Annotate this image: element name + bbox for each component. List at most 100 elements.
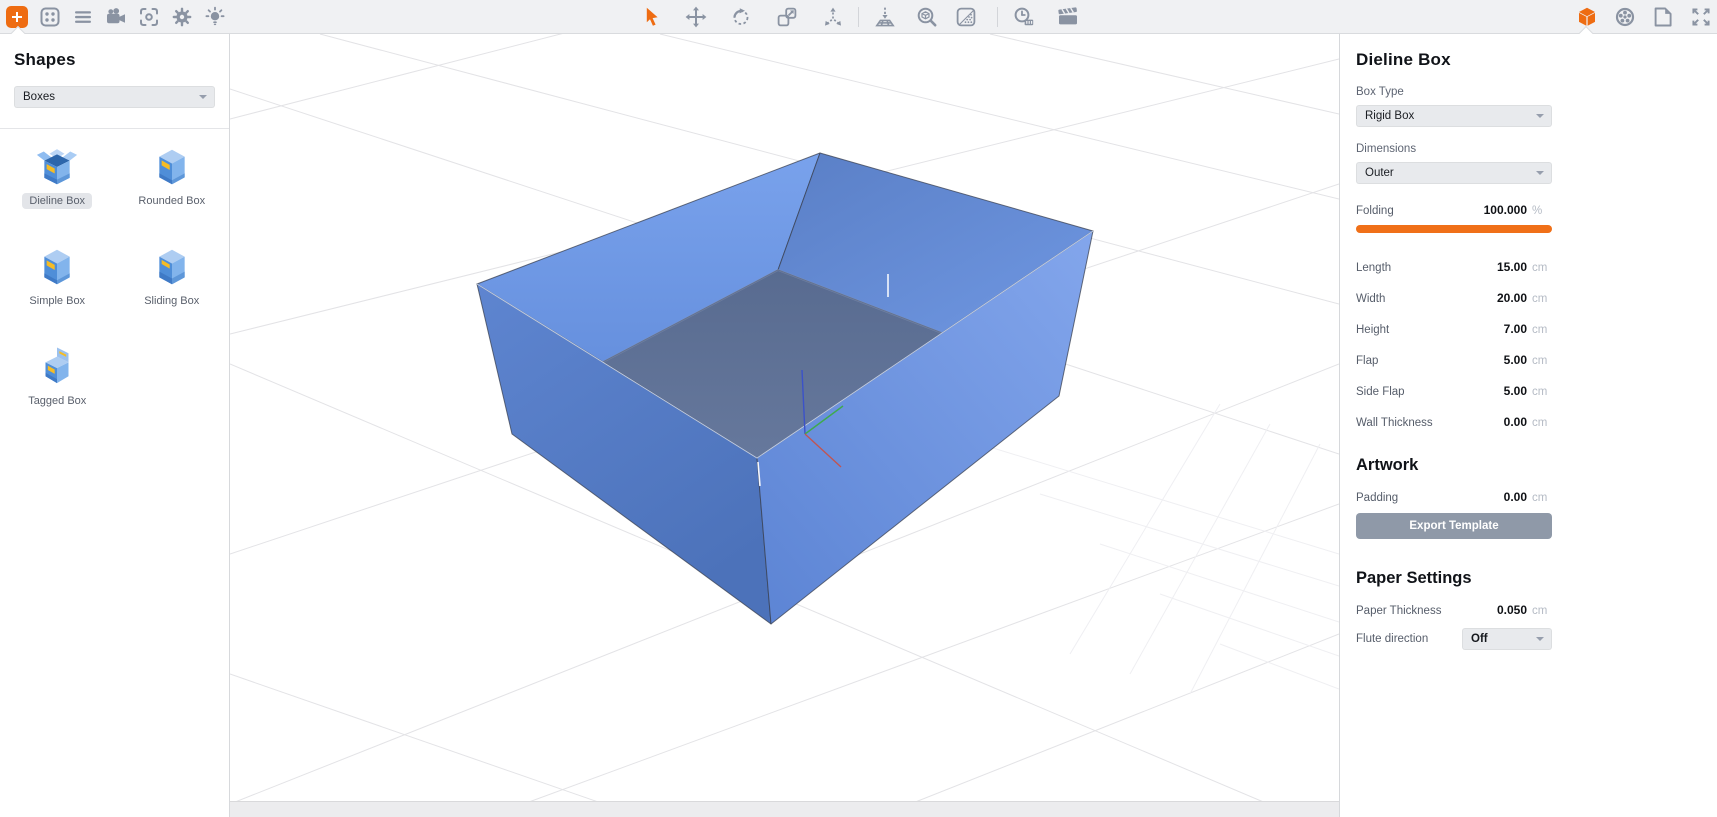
properties-title: Dieline Box <box>1356 50 1552 70</box>
paper-settings-title: Paper Settings <box>1356 569 1552 588</box>
shapes-grid-icon <box>38 5 62 29</box>
dimensions-value: Outer <box>1365 167 1394 179</box>
wall-thickness-unit: cm <box>1532 417 1552 429</box>
shape-item-label: Dieline Box <box>22 193 92 209</box>
move-tool-button[interactable] <box>683 4 709 30</box>
padding-unit: cm <box>1532 492 1552 504</box>
folding-slider[interactable] <box>1356 225 1552 233</box>
viewport-3d[interactable] <box>230 34 1339 817</box>
center-view-button[interactable] <box>136 4 162 30</box>
paper-thickness-row: Paper Thickness 0.050 cm <box>1356 603 1552 617</box>
ground-grid-fine <box>980 404 1339 694</box>
shape-item-simple-box[interactable]: Simple Box <box>0 235 115 335</box>
dimensions-dropdown[interactable]: Outer <box>1356 162 1552 184</box>
spread-icon <box>821 5 845 29</box>
properties-panel: Dieline Box Box Type Rigid Box Dimension… <box>1339 34 1717 817</box>
flap-row: Flap 5.00 cm <box>1356 353 1552 367</box>
padding-label: Padding <box>1356 492 1398 504</box>
dimensions-label: Dimensions <box>1356 143 1552 155</box>
rounded-box-icon <box>149 144 195 190</box>
menu-button[interactable] <box>70 4 96 30</box>
menu-icon <box>71 5 95 29</box>
shape-item-dieline-box[interactable]: Dieline Box <box>0 135 115 235</box>
width-label: Width <box>1356 293 1385 305</box>
shape-item-rounded-box[interactable]: Rounded Box <box>115 135 230 235</box>
shape-item-tagged-box[interactable]: Tagged Box <box>0 335 115 435</box>
animation-button[interactable] <box>1055 4 1081 30</box>
side-flap-value[interactable]: 5.00 <box>1504 384 1527 398</box>
scale-tool-button[interactable] <box>774 4 800 30</box>
shape-item-label: Tagged Box <box>21 393 93 409</box>
drop-to-floor-button[interactable] <box>872 4 898 30</box>
toolbar-separator <box>858 7 859 27</box>
paper-thickness-value[interactable]: 0.050 <box>1497 603 1527 617</box>
sliding-box-icon <box>149 244 195 290</box>
film-reel-icon <box>1613 5 1637 29</box>
length-label: Length <box>1356 262 1391 274</box>
length-row: Length 15.00 cm <box>1356 260 1552 274</box>
shape-category-value: Boxes <box>23 91 55 103</box>
side-flap-unit: cm <box>1532 386 1552 398</box>
padding-row: Padding 0.00 cm <box>1356 490 1552 504</box>
side-flap-label: Side Flap <box>1356 386 1405 398</box>
paper-thickness-unit: cm <box>1532 605 1552 617</box>
timeline-icon <box>1012 5 1036 29</box>
height-label: Height <box>1356 324 1389 336</box>
shapes-library-button[interactable] <box>37 4 63 30</box>
wall-thickness-label: Wall Thickness <box>1356 417 1433 429</box>
select-tool-button[interactable] <box>639 4 665 30</box>
cursor-icon <box>640 5 664 29</box>
divider <box>0 128 229 129</box>
center-view-icon <box>137 5 161 29</box>
folding-value[interactable]: 100.000 <box>1484 203 1527 217</box>
flap-value[interactable]: 5.00 <box>1504 353 1527 367</box>
flap-unit: cm <box>1532 355 1552 367</box>
shape-grid: Dieline Box Rounded Box <box>0 135 229 435</box>
page-panel-button[interactable] <box>1650 4 1676 30</box>
zoom-to-object-button[interactable] <box>914 4 940 30</box>
flute-direction-value: Off <box>1471 633 1488 645</box>
cube-icon <box>1575 5 1599 29</box>
app-window: Shapes Boxes Dieline Box <box>0 0 1717 817</box>
timeline-button[interactable] <box>1011 4 1037 30</box>
width-value[interactable]: 20.00 <box>1497 291 1527 305</box>
dieline-box-icon <box>34 144 80 190</box>
shape-item-sliding-box[interactable]: Sliding Box <box>115 235 230 335</box>
chevron-down-icon <box>1536 171 1544 175</box>
toolbar-separator <box>997 7 998 27</box>
wall-thickness-value[interactable]: 0.00 <box>1504 415 1527 429</box>
artwork-section-title: Artwork <box>1356 456 1552 475</box>
shape-item-label: Sliding Box <box>137 293 206 309</box>
shape-category-dropdown[interactable]: Boxes <box>14 86 215 108</box>
horizontal-scrollbar[interactable] <box>230 801 1339 817</box>
expand-view-button[interactable] <box>1688 4 1714 30</box>
folding-label: Folding <box>1356 205 1394 217</box>
padding-value[interactable]: 0.00 <box>1504 490 1527 504</box>
drop-to-floor-icon <box>873 5 897 29</box>
materials-panel-button[interactable] <box>1612 4 1638 30</box>
settings-button[interactable] <box>169 4 195 30</box>
height-unit: cm <box>1532 324 1552 336</box>
height-value[interactable]: 7.00 <box>1504 322 1527 336</box>
shapes-panel: Shapes Boxes Dieline Box <box>0 34 230 817</box>
page-corner-icon <box>1651 5 1675 29</box>
folding-row: Folding 100.000 % <box>1356 203 1552 217</box>
box-type-value: Rigid Box <box>1365 110 1414 122</box>
flute-direction-dropdown[interactable]: Off <box>1462 628 1552 650</box>
export-template-button[interactable]: Export Template <box>1356 513 1552 539</box>
flute-direction-label: Flute direction <box>1356 633 1428 645</box>
rotate-tool-button[interactable] <box>728 4 754 30</box>
matte-button[interactable] <box>953 4 979 30</box>
scene-canvas <box>230 34 1339 817</box>
flap-label: Flap <box>1356 355 1378 367</box>
spread-tool-button[interactable] <box>820 4 846 30</box>
camera-button[interactable] <box>103 4 129 30</box>
simple-box-icon <box>34 244 80 290</box>
shapes-panel-title: Shapes <box>14 50 229 70</box>
box-type-dropdown[interactable]: Rigid Box <box>1356 105 1552 127</box>
dieline-box-mesh[interactable] <box>477 153 1093 624</box>
length-value[interactable]: 15.00 <box>1497 260 1527 274</box>
width-unit: cm <box>1532 293 1552 305</box>
lighting-button[interactable] <box>202 4 228 30</box>
folding-unit: % <box>1532 205 1552 217</box>
